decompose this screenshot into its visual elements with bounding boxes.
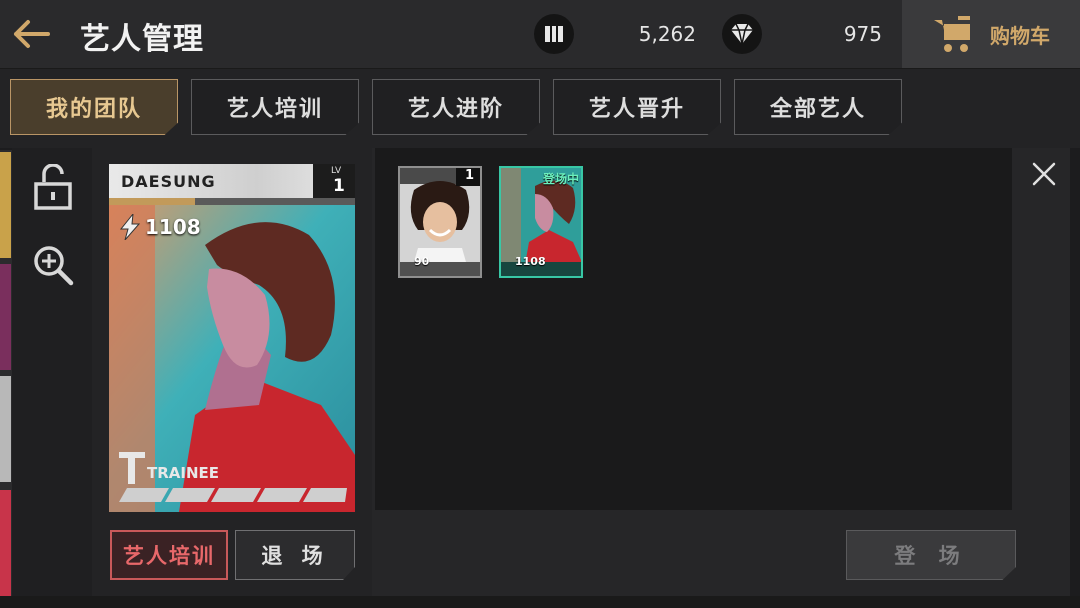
star-slots (119, 488, 347, 502)
list-card[interactable] (0, 376, 11, 482)
mini-level-box: 1 (456, 168, 480, 186)
power-display: 1108 (119, 214, 201, 240)
card-grid: 1 90 登场中 1108 (375, 148, 1012, 510)
top-bar: 艺人管理 5,262 975 购物车 (0, 0, 1080, 69)
trainee-logo-text: TRAINEE (147, 464, 219, 482)
list-card[interactable] (0, 490, 11, 600)
deployed-status: 登场中 (542, 172, 579, 186)
artist-card[interactable]: 1 90 (398, 166, 482, 278)
back-button[interactable] (10, 14, 54, 54)
diamond-icon[interactable] (722, 14, 762, 54)
cart-icon (934, 16, 970, 52)
artist-name: DAESUNG (121, 172, 216, 191)
back-arrow-icon (14, 20, 50, 48)
tab-artist-promotion[interactable]: 艺人晋升 (553, 79, 721, 135)
lightning-icon (119, 214, 141, 240)
zoom-in-icon[interactable] (32, 244, 74, 286)
artist-detail: DAESUNG LV 1 1108 TRAINEE 艺人培训 退 场 (92, 148, 372, 596)
deploy-button[interactable]: 登 场 (846, 530, 1016, 580)
xp-fill (109, 198, 196, 205)
tab-bar: 我的团队 艺人培训 艺人进阶 艺人晋升 全部艺人 (0, 69, 1080, 148)
level-value: 1 (333, 176, 345, 196)
cart-label: 购物车 (990, 24, 1050, 48)
ticket-count: 5,262 (638, 22, 696, 46)
list-card[interactable] (0, 264, 11, 370)
ticket-icon[interactable] (534, 14, 574, 54)
unlock-icon[interactable] (32, 163, 74, 210)
side-tools (12, 148, 92, 596)
trainee-logo: TRAINEE (119, 450, 229, 490)
power-value: 1108 (145, 215, 201, 239)
bottom-edge (0, 596, 1080, 608)
close-button[interactable] (1018, 148, 1070, 200)
artist-card[interactable]: 登场中 1108 (499, 166, 583, 278)
artist-card-large[interactable]: DAESUNG LV 1 1108 TRAINEE (109, 164, 355, 512)
tab-artist-advance[interactable]: 艺人进阶 (372, 79, 540, 135)
artist-training-button[interactable]: 艺人培训 (110, 530, 228, 580)
artist-list-edge[interactable] (0, 150, 12, 608)
list-card[interactable] (0, 152, 11, 258)
page-title: 艺人管理 (80, 22, 204, 57)
mini-power-value: 1108 (515, 255, 546, 268)
mini-power-value: 90 (414, 255, 430, 268)
diamond-count: 975 (843, 22, 882, 46)
cart-button[interactable]: 购物车 (902, 0, 1080, 68)
team-panel: DAESUNG LV 1 1108 TRAINEE 艺人培训 退 场 1 90 … (92, 148, 1070, 596)
card-header: DAESUNG LV 1 (109, 164, 355, 198)
mini-level-value: 1 (464, 168, 474, 183)
close-icon (1032, 162, 1056, 186)
leave-button[interactable]: 退 场 (235, 530, 355, 580)
tab-all-artists[interactable]: 全部艺人 (734, 79, 902, 135)
level-box: LV 1 (313, 164, 355, 198)
level-tag: LV (331, 166, 342, 176)
xp-bar (109, 198, 355, 205)
tab-my-team[interactable]: 我的团队 (10, 79, 178, 135)
tab-artist-training[interactable]: 艺人培训 (191, 79, 359, 135)
